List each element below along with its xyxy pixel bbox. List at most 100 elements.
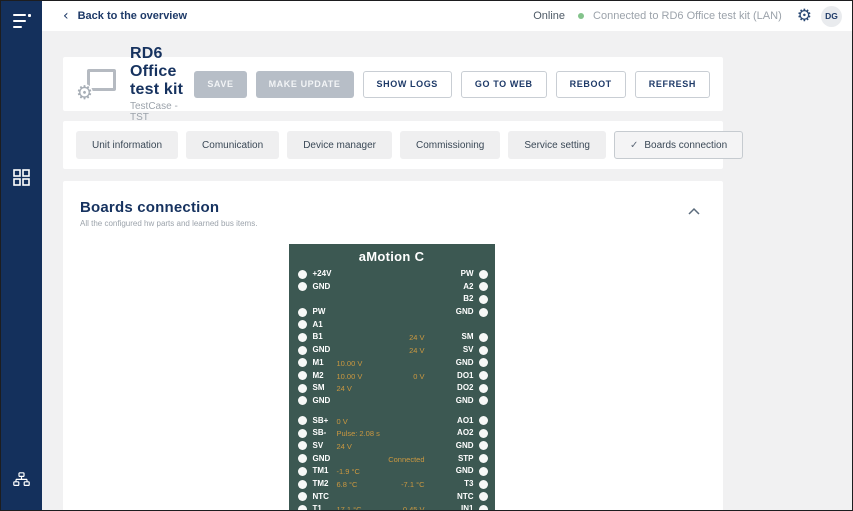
- pin-dot-icon: [297, 416, 307, 426]
- pin-dot-icon: [297, 320, 307, 330]
- pin-dot-icon: [478, 282, 488, 292]
- pin-dot-icon: [297, 307, 307, 317]
- pin-value-right: Connected: [388, 454, 425, 464]
- pin-dot-icon: [297, 454, 307, 464]
- connection-label: Connected to RD6 Office test kit (LAN): [593, 10, 782, 22]
- pin-dot-icon: [297, 345, 307, 355]
- pin-label-left: NTC: [312, 491, 329, 501]
- pin-label-right: DO2: [457, 383, 474, 393]
- top-bar: ‹ Back to the overview Online Connected …: [42, 1, 852, 31]
- back-to-overview-link[interactable]: ‹ Back to the overview: [63, 9, 188, 23]
- board-amotion-c: aMotion C +24V PW GND A2 B2 PW GND A1 B1 24 V SM GN…: [288, 244, 495, 511]
- go-to-web-button[interactable]: GO TO WEB: [460, 70, 547, 98]
- topbar-right: Online Connected to RD6 Office test kit …: [533, 5, 842, 27]
- pin-value-right: 0.45 V: [402, 505, 425, 511]
- back-label: Back to the overview: [77, 10, 188, 22]
- tab-commissioning[interactable]: Commissioning: [400, 131, 501, 159]
- reboot-button[interactable]: REBOOT: [555, 70, 626, 98]
- board-row: B1 24 V SM: [289, 331, 495, 344]
- tab-device-manager[interactable]: Device manager: [287, 131, 392, 159]
- menu-button[interactable]: [1, 4, 42, 38]
- show-logs-button[interactable]: SHOW LOGS: [362, 70, 452, 98]
- pin-label-right: SV: [462, 345, 474, 355]
- online-status-dot-icon: [578, 13, 585, 19]
- make-update-button[interactable]: MAKE UPDATE: [255, 70, 354, 98]
- tab-label: Service setting: [524, 139, 590, 151]
- hamburger-menu-icon: [12, 14, 31, 28]
- pin-dot-icon: [297, 441, 307, 451]
- sidebar-item-network[interactable]: [1, 462, 42, 496]
- pin-label-left: M2: [312, 370, 324, 380]
- sitemap-icon: [13, 471, 30, 486]
- tab-unit-information[interactable]: Unit information: [76, 131, 179, 159]
- device-gear-icon: ⚙: [76, 82, 94, 104]
- pin-label-right: GND: [455, 395, 474, 405]
- pin-value-left: 17.1 °C: [336, 505, 362, 511]
- collapse-section-button[interactable]: [687, 203, 701, 215]
- board-row: M1 10.00 V GND: [289, 357, 495, 370]
- pin-dot-icon: [297, 282, 307, 292]
- pin-value-right: 24 V: [409, 333, 425, 343]
- board-row: GND GND: [289, 395, 495, 408]
- save-button[interactable]: SAVE: [194, 70, 247, 98]
- pin-dot-icon: [297, 358, 307, 368]
- pin-label-right: GND: [455, 307, 474, 317]
- board-row: TM2 6.8 °C -7.1 °C T3: [289, 478, 495, 491]
- sidebar: [1, 1, 42, 510]
- pin-label-left: +24V: [312, 269, 332, 278]
- pin-value-left: 10.00 V: [336, 358, 363, 368]
- tab-comunication[interactable]: Comunication: [186, 131, 280, 159]
- pin-label-left: GND: [312, 395, 331, 405]
- pin-label-left: GND: [312, 453, 331, 463]
- pin-dot-icon: [297, 492, 307, 502]
- board-row: GND 24 V SV: [289, 344, 495, 357]
- tab-label: Unit information: [92, 139, 163, 151]
- page-title: RD6 Office test kit: [130, 45, 184, 98]
- tabs-bar: Unit information Comunication Device manag…: [63, 121, 744, 169]
- pin-dot-icon: [478, 466, 488, 476]
- pin-dot-icon: [297, 396, 307, 406]
- pin-label-left: TM1: [312, 466, 329, 476]
- pin-value-right: -7.1 °C: [401, 480, 425, 489]
- pin-dot-icon: [478, 294, 488, 304]
- pin-dot-icon: [478, 332, 488, 342]
- pin-label-right: AO2: [457, 428, 474, 438]
- unit-device-icon: ⚙: [76, 66, 118, 104]
- pin-label-right: SM: [461, 332, 474, 342]
- pin-label-left: A1: [312, 319, 323, 329]
- pin-value-left: 24 V: [336, 384, 352, 394]
- board-row-gap: [289, 408, 495, 415]
- board-row: T1 17.1 °C 0.45 V IN1: [289, 503, 495, 511]
- pin-label-left: M1: [312, 357, 324, 367]
- page-subtitle: TestCase - TST: [130, 101, 178, 123]
- refresh-button[interactable]: REFRESH: [634, 70, 710, 98]
- pin-dot-icon: [478, 383, 488, 393]
- grid-icon: [13, 168, 30, 186]
- tab-label: Comunication: [202, 139, 264, 151]
- pin-value-right: 0 V: [413, 371, 425, 381]
- pin-label-right: GND: [455, 466, 474, 476]
- app-window: ‹ Back to the overview Online Connected …: [0, 0, 853, 511]
- board-row: A1: [289, 319, 495, 332]
- unit-header-card: ⚙ RD6 Office test kit TestCase - TST SAV…: [63, 45, 723, 123]
- board-row: +24V PW: [289, 268, 495, 281]
- pin-dot-icon: [478, 492, 488, 502]
- user-avatar[interactable]: DG: [821, 5, 842, 27]
- pin-dot-icon: [478, 307, 488, 317]
- board-row: M2 10.00 V 0 V DO1: [289, 370, 495, 383]
- pin-value-right: 24 V: [409, 346, 425, 356]
- main-area: ‹ Back to the overview Online Connected …: [42, 1, 852, 510]
- settings-gear-icon[interactable]: ⚙: [797, 7, 812, 25]
- pin-label-left: SB+: [312, 415, 329, 425]
- board-row: B2: [289, 293, 495, 306]
- board-row: NTC NTC: [289, 491, 495, 504]
- pin-label-left: T1: [312, 504, 322, 511]
- board-row: SB+ 0 V AO1: [289, 415, 495, 428]
- pin-label-right: IN1: [461, 504, 474, 511]
- pin-label-left: GND: [312, 281, 331, 291]
- tab-boards-connection[interactable]: ✓ Boards connection: [613, 131, 744, 159]
- pin-dot-icon: [478, 454, 488, 464]
- tab-service-setting[interactable]: Service setting: [508, 131, 606, 159]
- sidebar-item-dashboard[interactable]: [1, 160, 42, 194]
- pin-label-right: GND: [455, 440, 474, 450]
